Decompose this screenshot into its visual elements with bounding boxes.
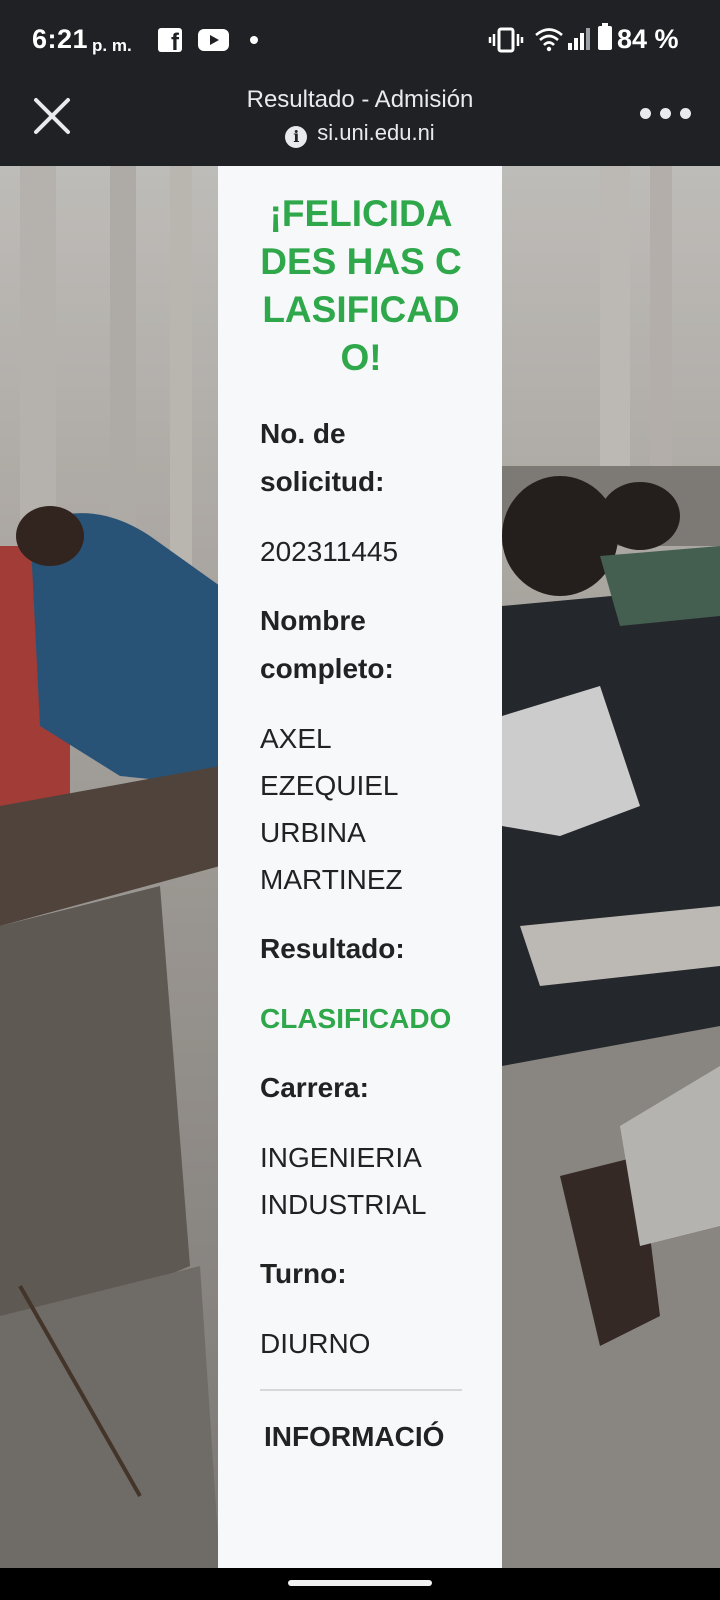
resultado-value: CLASIFICADO	[260, 1003, 452, 1034]
congratulations-headline: ¡FELICIDADES HAS CLASIFICADO!	[260, 193, 462, 378]
vibrate-icon	[488, 27, 524, 53]
turno-label: Turno:	[260, 1258, 347, 1289]
info-icon[interactable]: i	[285, 126, 308, 148]
facebook-icon: f	[158, 28, 182, 55]
home-gesture-handle[interactable]	[288, 1580, 432, 1586]
solicitud-value: 202311445	[260, 536, 399, 567]
signal-icon	[568, 28, 590, 50]
more-options-button[interactable]	[640, 104, 691, 124]
page-title: Resultado - Admisión	[246, 86, 474, 113]
battery-percent: 84 %	[617, 24, 679, 54]
battery-icon	[598, 23, 612, 50]
youtube-icon	[198, 29, 229, 51]
more-notifications-dot	[250, 36, 258, 44]
informacion-section-title: INFORMACIÓ	[264, 1421, 445, 1452]
carrera-label: Carrera:	[260, 1072, 369, 1103]
nombre-label: Nombre completo:	[260, 605, 394, 684]
status-time: 6:21	[32, 24, 89, 54]
solicitud-label: No. de solicitud:	[260, 418, 385, 497]
carrera-value: INGENIERIA INDUSTRIAL	[260, 1142, 427, 1220]
system-navigation-bar	[0, 1568, 720, 1600]
result-card: ¡FELICIDADES HAS CLASIFICADO! No. de sol…	[218, 166, 502, 1568]
web-content[interactable]: ¡FELICIDADES HAS CLASIFICADO! No. de sol…	[0, 166, 720, 1568]
status-ampm: p. m.	[92, 36, 132, 55]
resultado-label: Resultado:	[260, 933, 405, 964]
wifi-icon	[535, 28, 563, 52]
url-bar[interactable]: i si.uni.edu.ni	[0, 120, 720, 148]
more-horizontal-icon	[640, 108, 651, 119]
custom-tab-toolbar: Resultado - Admisión i si.uni.edu.ni	[0, 82, 720, 166]
turno-value: DIURNO	[260, 1328, 371, 1359]
status-bar: 6:21 p. m. f 84 %	[0, 0, 720, 82]
divider	[260, 1389, 462, 1391]
url-text: si.uni.edu.ni	[317, 120, 435, 145]
nombre-value: AXEL EZEQUIEL URBINA MARTINEZ	[260, 723, 403, 895]
